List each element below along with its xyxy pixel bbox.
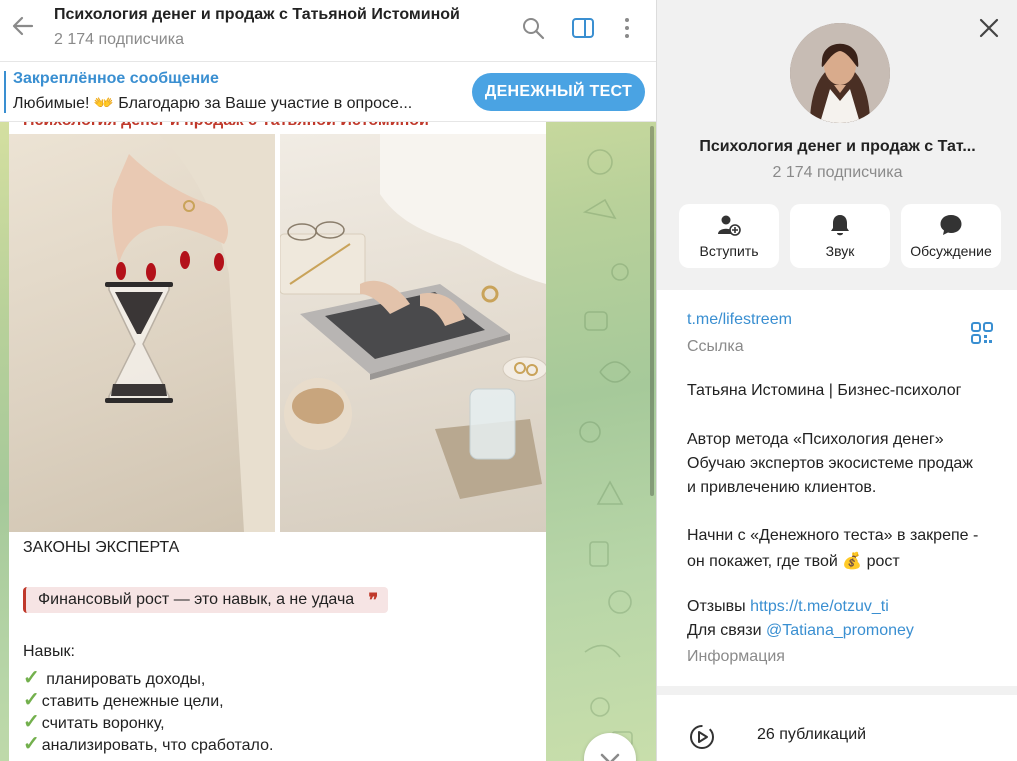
publications-count: 26 публикаций [757, 726, 867, 743]
check-icon: ✓ [23, 733, 40, 755]
pinned-message[interactable]: Закреплённое сообщение Любимые! 👐 Благод… [0, 62, 656, 122]
description-line: Автор метода «Психология денег» [687, 431, 944, 448]
chat-panel: Психология денег и продаж с Татьяной Ист… [0, 0, 656, 761]
discussion-label: Обсуждение [910, 243, 992, 259]
pinned-text: Любимые! 👐 Благодарю за Ваше участие в о… [13, 95, 413, 112]
avatar-image [790, 23, 890, 123]
post-sender: Психология денег и продаж с Татьяной Ист… [23, 122, 429, 130]
chat-title[interactable]: Психология денег и продаж с Татьяной Ист… [54, 6, 460, 24]
quote-text: Финансовый рост — это навык, а не удача [38, 591, 355, 608]
channel-link[interactable]: t.me/lifestreem [687, 311, 792, 329]
channel-subscribers: 2 174 подписчика [772, 164, 903, 181]
close-icon [979, 18, 999, 38]
add-user-icon [718, 215, 741, 236]
sound-button[interactable]: Звук [790, 204, 890, 268]
chat-bubble-icon [940, 215, 962, 235]
chat-scrollbar[interactable] [650, 126, 654, 496]
contact-label: Для связи [687, 622, 762, 639]
skill-item: ✓ анализировать, что сработало. [23, 733, 274, 755]
description-line: и привлечению клиентов. [687, 479, 877, 496]
photo-laptop[interactable] [280, 134, 546, 532]
laptop-image [280, 134, 546, 499]
pinned-indicator [4, 71, 6, 113]
info-label: Информация [687, 648, 785, 665]
qr-code-button[interactable] [971, 322, 993, 344]
join-label: Вступить [699, 243, 759, 259]
channel-post: Психология денег и продаж с Татьяной Ист… [9, 122, 546, 761]
search-button[interactable] [521, 16, 545, 40]
sidebar-icon [572, 18, 594, 38]
join-button[interactable]: Вступить [679, 204, 779, 268]
contact-line: Для связи @Tatiana_promoney [687, 622, 914, 640]
description-line: Татьяна Истомина | Бизнес-психолог [687, 382, 962, 399]
channel-link-label: Ссылка [687, 338, 744, 355]
check-icon: ✓ [23, 711, 40, 733]
channel-info-panel: Психология денег и продаж с Тат... 2 174… [656, 0, 1017, 761]
description-line: Начни с «Денежного теста» в закрепе - [687, 527, 979, 544]
description-line: Обучаю экспертов экосистеме продаж [687, 455, 973, 472]
post-quote: Финансовый рост — это навык, а не удача … [23, 587, 389, 613]
arrow-left-icon [12, 16, 34, 36]
post-heading: ЗАКОНЫ ЭКСПЕРТА [23, 539, 180, 556]
chat-subscribers: 2 174 подписчика [54, 31, 184, 48]
bell-icon [831, 215, 849, 236]
contact-link[interactable]: @Tatiana_promoney [766, 622, 914, 639]
reviews-link[interactable]: https://t.me/otzuv_ti [750, 598, 889, 615]
check-icon: ✓ [23, 689, 40, 711]
channel-avatar[interactable] [790, 23, 890, 123]
play-circle-icon [690, 725, 714, 749]
check-icon: ✓ [23, 667, 40, 689]
discussion-button[interactable]: Обсуждение [901, 204, 1001, 268]
back-button[interactable] [10, 12, 38, 40]
more-vertical-icon [625, 18, 629, 38]
channel-details: t.me/lifestreem Ссылка Татьяна Истомина … [657, 290, 1017, 686]
channel-name: Психология денег и продаж с Тат... [699, 138, 976, 155]
quote-mark-icon: ❞ [368, 590, 379, 610]
publications-row[interactable]: 26 публикаций [657, 695, 1017, 761]
search-icon [523, 18, 545, 40]
reviews-line: Отзывы https://t.me/otzuv_ti [687, 598, 889, 616]
pinned-title: Закреплённое сообщение [13, 70, 219, 87]
qr-code-icon [971, 322, 993, 344]
money-test-button[interactable]: ДЕНЕЖНЫЙ ТЕСТ [472, 73, 645, 111]
chat-header: Психология денег и продаж с Татьяной Ист… [0, 0, 656, 62]
chevron-down-icon [600, 753, 620, 761]
toggle-sidebar-button[interactable] [571, 16, 595, 40]
scroll-down-button[interactable] [584, 733, 636, 761]
photo-hourglass[interactable] [9, 134, 275, 532]
skills-title: Навык: [23, 643, 75, 660]
reviews-label: Отзывы [687, 598, 746, 615]
more-menu-button[interactable] [615, 16, 639, 40]
hourglass-image [105, 134, 275, 532]
description-line: он покажет, где твой 💰 рост [687, 553, 900, 570]
sound-label: Звук [825, 243, 855, 259]
close-panel-button[interactable] [975, 14, 1003, 42]
